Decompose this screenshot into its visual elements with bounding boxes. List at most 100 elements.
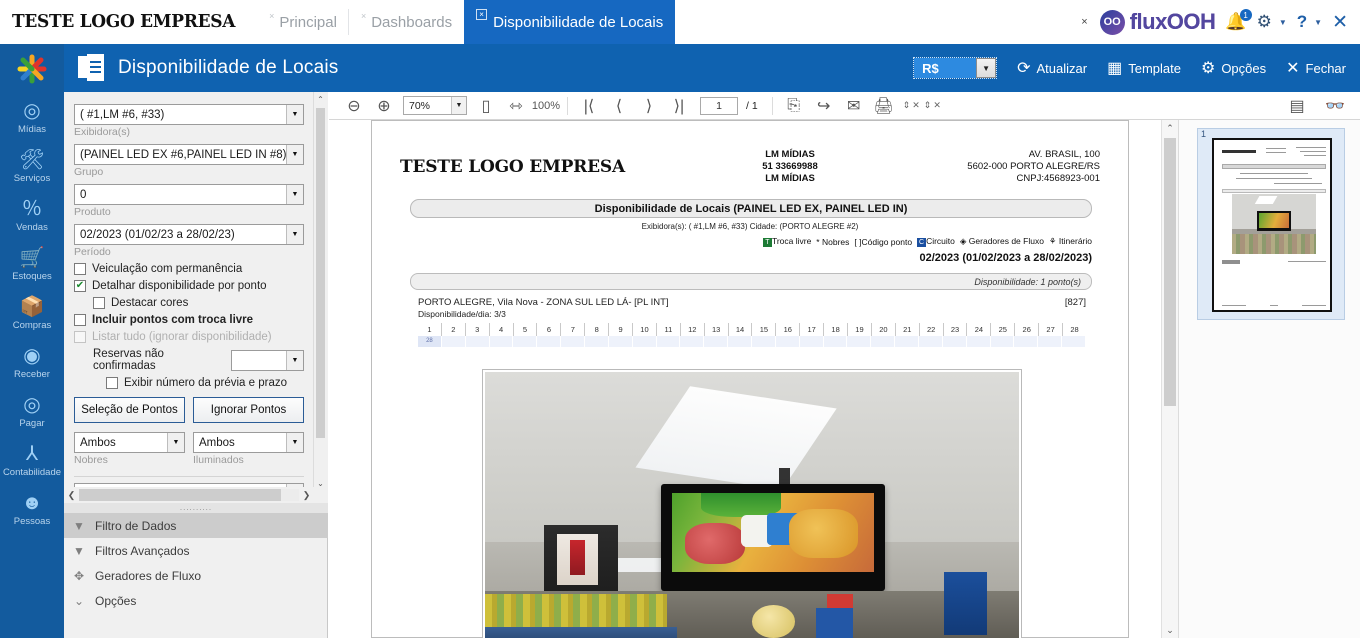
chevron-down-icon[interactable]: ▼ bbox=[286, 225, 303, 244]
export-icon[interactable]: ↪ bbox=[809, 93, 839, 119]
iluminados-select[interactable]: Ambos ▼ bbox=[193, 432, 304, 453]
checkbox-veiculacao-permanencia[interactable]: Veiculação com permanência bbox=[74, 263, 304, 275]
spin-control-2[interactable]: ⇕ ✕ bbox=[924, 100, 941, 111]
actual-size-icon[interactable]: 100% bbox=[531, 93, 561, 119]
accordion-item-geradores-de-fluxo[interactable]: ✥ Geradores de Fluxo bbox=[64, 563, 328, 588]
copy-icon[interactable]: ⎘ bbox=[779, 93, 809, 119]
glasses-icon[interactable]: 👓 bbox=[1320, 93, 1350, 119]
tab-disponibilidade-de-locais[interactable]: × Disponibilidade de Locais bbox=[464, 0, 676, 44]
sidebar-item-receber[interactable]: ◉ Receber bbox=[0, 345, 64, 380]
scroll-down-icon[interactable]: ⌄ bbox=[314, 476, 327, 490]
scroll-up-icon[interactable]: ⌃ bbox=[1162, 120, 1178, 136]
zoom-level-select[interactable]: 70% ▼ bbox=[403, 96, 467, 115]
gear-icon[interactable]: ⚙ bbox=[1257, 12, 1272, 32]
scroll-down-icon[interactable]: ⌄ bbox=[1162, 622, 1178, 638]
scroll-left-icon[interactable]: ❮ bbox=[64, 490, 79, 501]
tab-close-icon[interactable]: × bbox=[476, 9, 488, 20]
spin-control-1[interactable]: ⇕ ✕ bbox=[903, 100, 920, 111]
grupo-select[interactable]: (PAINEL LED EX #6,PAINEL LED IN #8) ▼ bbox=[74, 144, 304, 165]
sidebar-item-estoques[interactable]: 🛒 Estoques bbox=[0, 247, 64, 282]
availability-cell bbox=[799, 336, 824, 347]
chevron-down-icon[interactable]: ▼ bbox=[451, 97, 466, 114]
page-icon[interactable]: ▯ bbox=[471, 93, 501, 119]
sidebar-item-pessoas[interactable]: ☻ Pessoas bbox=[0, 492, 64, 527]
checkbox-listar-tudo[interactable]: Listar tudo (ignorar disponibilidade) bbox=[74, 331, 304, 343]
checkbox-incluir-troca-livre[interactable]: Incluir pontos com troca livre bbox=[74, 314, 304, 326]
sidebar-item-midias[interactable]: ◎ Mídias bbox=[0, 100, 64, 135]
availability-cell bbox=[823, 336, 848, 347]
tab-close-icon[interactable]: × bbox=[269, 11, 274, 21]
options-button[interactable]: ⚙ Opções bbox=[1201, 58, 1266, 78]
zoom-out-icon[interactable]: ⊖ bbox=[339, 93, 369, 119]
checkbox-detalhar-disponibilidade[interactable]: Detalhar disponibilidade por ponto bbox=[74, 280, 304, 292]
chevron-down-icon[interactable]: ▼ bbox=[1279, 18, 1287, 27]
zoom-in-icon[interactable]: ⊕ bbox=[369, 93, 399, 119]
sidebar-item-vendas[interactable]: ％ Vendas bbox=[0, 198, 64, 233]
nobres-select[interactable]: Ambos ▼ bbox=[74, 432, 185, 453]
accordion-item-filtros-avancados[interactable]: ▼ Filtros Avançados bbox=[64, 538, 328, 563]
notification-bell-icon[interactable]: 🔔 1 bbox=[1225, 9, 1252, 32]
page-number-input[interactable]: 1 bbox=[700, 96, 738, 115]
chevron-down-icon[interactable]: ▼ bbox=[286, 145, 303, 164]
checkbox-box[interactable] bbox=[93, 297, 105, 309]
close-icon[interactable]: ✕ bbox=[1332, 11, 1348, 34]
sidebar-item-contabilidade[interactable]: ⅄ Contabilidade bbox=[0, 443, 64, 478]
chevron-down-icon[interactable]: ▼ bbox=[976, 58, 997, 78]
produto-select[interactable]: 0 ▼ bbox=[74, 184, 304, 205]
accordion-item-filtro-de-dados[interactable]: ▼ Filtro de Dados bbox=[64, 513, 328, 538]
checkbox-box[interactable] bbox=[74, 331, 86, 343]
first-page-icon[interactable]: |⟨ bbox=[574, 93, 604, 119]
sidebar-item-servicos[interactable]: 🛠 Serviços bbox=[0, 149, 64, 184]
close-icon[interactable]: ✕ bbox=[912, 100, 920, 111]
checkbox-box[interactable] bbox=[74, 314, 86, 326]
ignorar-pontos-button[interactable]: Ignorar Pontos bbox=[193, 397, 304, 423]
outline-icon[interactable]: ▤ bbox=[1282, 93, 1312, 119]
chevron-down-icon[interactable]: ▼ bbox=[1314, 18, 1322, 27]
sidebar-item-compras[interactable]: 📦 Compras bbox=[0, 296, 64, 331]
canvas-vertical-scrollbar[interactable]: ⌃ ⌄ bbox=[1161, 120, 1178, 638]
chevron-down-icon[interactable]: ▼ bbox=[286, 105, 303, 124]
scroll-up-icon[interactable]: ⌃ bbox=[314, 92, 327, 106]
scroll-thumb[interactable] bbox=[79, 489, 282, 501]
scroll-track[interactable] bbox=[79, 489, 299, 501]
scroll-thumb[interactable] bbox=[1164, 138, 1176, 406]
checkbox-destacar-cores[interactable]: Destacar cores bbox=[93, 297, 304, 309]
checkbox-exibir-previa[interactable]: Exibir número da prévia e prazo bbox=[106, 377, 304, 389]
sidebar-item-pagar[interactable]: ◎ Pagar bbox=[0, 394, 64, 429]
checkbox-box[interactable] bbox=[74, 280, 86, 292]
reservas-select[interactable]: ▼ bbox=[230, 349, 304, 371]
last-page-icon[interactable]: ⟩| bbox=[664, 93, 694, 119]
chevron-down-icon[interactable]: ▼ bbox=[167, 433, 184, 452]
close-small-icon[interactable]: × bbox=[1081, 16, 1087, 28]
app-logo-icon[interactable] bbox=[17, 54, 47, 84]
chevron-down-icon[interactable]: ▼ bbox=[286, 185, 303, 204]
scroll-thumb[interactable] bbox=[316, 108, 325, 438]
checkbox-box[interactable] bbox=[74, 263, 86, 275]
panel-vertical-scrollbar[interactable]: ⌃ ⌄ bbox=[313, 92, 327, 490]
chevron-down-icon[interactable]: ▼ bbox=[286, 350, 303, 370]
checkbox-box[interactable] bbox=[106, 377, 118, 389]
accordion-item-opcoes[interactable]: ⌄ Opções bbox=[64, 588, 328, 613]
scroll-right-icon[interactable]: ❯ bbox=[299, 490, 314, 501]
thumbnail-card[interactable]: 1 bbox=[1197, 128, 1345, 320]
print-icon[interactable]: 🖨 bbox=[869, 93, 899, 119]
tab-dashboards[interactable]: × Dashboards bbox=[349, 0, 464, 44]
close-icon[interactable]: ✕ bbox=[933, 100, 941, 111]
panel-resize-gripper[interactable]: .......... bbox=[64, 503, 328, 513]
chevron-down-icon[interactable]: ▼ bbox=[286, 433, 303, 452]
currency-select[interactable]: R$ ▼ bbox=[913, 57, 998, 79]
prev-page-icon[interactable]: ⟨ bbox=[604, 93, 634, 119]
tab-close-icon[interactable]: × bbox=[361, 11, 366, 21]
mail-icon[interactable]: ✉ bbox=[839, 93, 869, 119]
help-icon[interactable]: ? bbox=[1297, 12, 1307, 32]
close-button[interactable]: ✕ Fechar bbox=[1286, 58, 1346, 78]
refresh-button[interactable]: ⟳ Atualizar bbox=[1017, 58, 1087, 78]
selecao-de-pontos-button[interactable]: Seleção de Pontos bbox=[74, 397, 185, 423]
fit-width-icon[interactable]: ⇿ bbox=[501, 93, 531, 119]
tab-principal[interactable]: × Principal bbox=[257, 0, 349, 44]
periodo-select[interactable]: 02/2023 (01/02/23 a 28/02/23) ▼ bbox=[74, 224, 304, 245]
panel-horizontal-scrollbar[interactable]: ❮ ❯ bbox=[64, 487, 314, 503]
next-page-icon[interactable]: ⟩ bbox=[634, 93, 664, 119]
template-button[interactable]: ▦ Template bbox=[1107, 58, 1181, 78]
exibidoras-select[interactable]: ( #1,LM #6, #33) ▼ bbox=[74, 104, 304, 125]
